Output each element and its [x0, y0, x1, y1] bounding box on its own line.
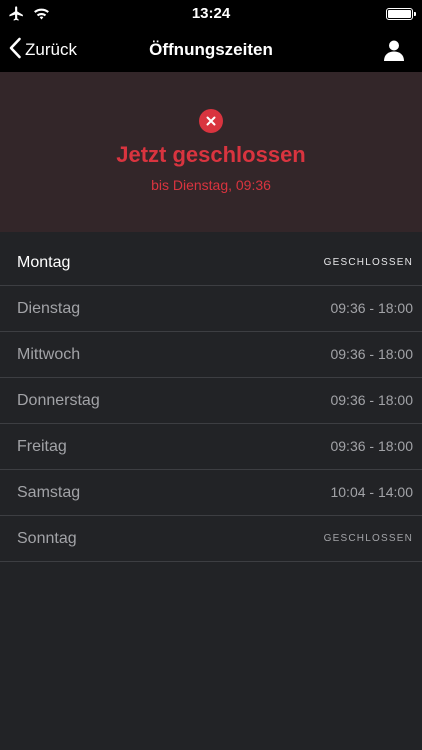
day-hours: 09:36 - 18:00	[330, 300, 413, 316]
back-button[interactable]: Zurück	[8, 28, 77, 72]
profile-button[interactable]	[382, 38, 406, 62]
day-row-samstag: Samstag 10:04 - 14:00	[0, 470, 422, 516]
battery-icon	[386, 8, 416, 20]
close-circle-icon	[199, 109, 223, 133]
day-name: Samstag	[17, 484, 81, 501]
day-row-donnerstag: Donnerstag 09:36 - 18:00	[0, 378, 422, 424]
status-title: Jetzt geschlossen	[116, 142, 306, 167]
day-name: Donnerstag	[17, 392, 100, 409]
open-status-banner: Jetzt geschlossen bis Dienstag, 09:36	[0, 72, 422, 232]
day-hours: 09:36 - 18:00	[330, 392, 413, 408]
day-name: Mittwoch	[17, 346, 81, 363]
opening-hours-list: Montag GESCHLOSSEN Dienstag 09:36 - 18:0…	[0, 240, 422, 562]
status-bar: 13:24	[0, 0, 422, 28]
day-row-montag: Montag GESCHLOSSEN	[0, 240, 422, 286]
day-name: Dienstag	[17, 300, 81, 317]
day-name: Montag	[17, 254, 71, 271]
day-hours: GESCHLOSSEN	[323, 533, 413, 544]
day-row-mittwoch: Mittwoch 09:36 - 18:00	[0, 332, 422, 378]
day-row-sonntag: Sonntag GESCHLOSSEN	[0, 516, 422, 562]
day-hours: GESCHLOSSEN	[323, 257, 413, 268]
day-hours: 09:36 - 18:00	[330, 346, 413, 362]
day-row-freitag: Freitag 09:36 - 18:00	[0, 424, 422, 470]
back-label: Zurück	[25, 40, 77, 59]
day-row-dienstag: Dienstag 09:36 - 18:00	[0, 286, 422, 332]
day-name: Sonntag	[17, 530, 77, 547]
day-hours: 10:04 - 14:00	[330, 484, 413, 500]
nav-bar: Zurück Öffnungszeiten	[0, 28, 422, 72]
day-hours: 09:36 - 18:00	[330, 438, 413, 454]
battery-level	[388, 10, 411, 18]
day-name: Freitag	[17, 438, 67, 455]
status-subtitle: bis Dienstag, 09:36	[151, 177, 271, 193]
chevron-left-icon	[8, 37, 22, 64]
status-time: 13:24	[191, 5, 231, 22]
person-icon	[382, 40, 406, 66]
